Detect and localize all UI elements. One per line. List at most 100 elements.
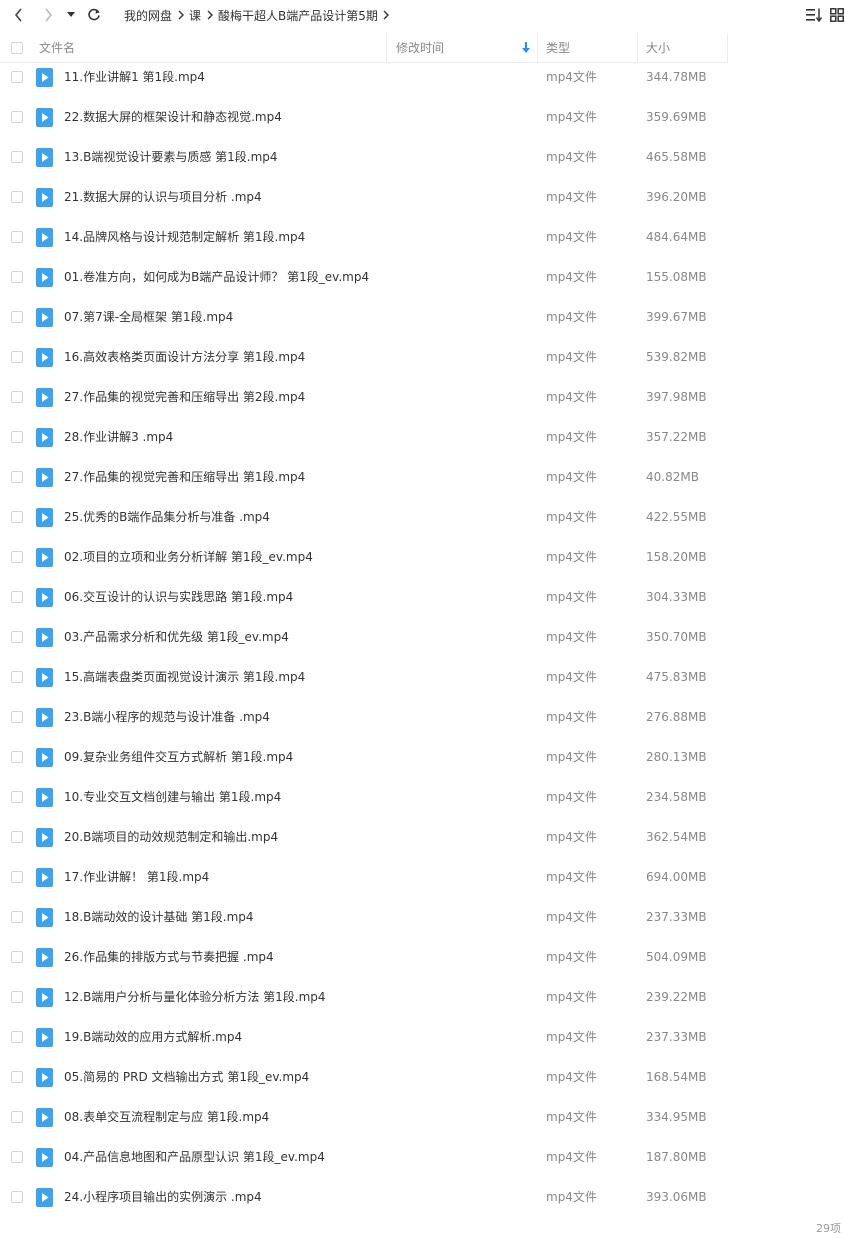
file-checkbox[interactable] [11,1031,23,1043]
file-checkbox[interactable] [11,1071,23,1083]
file-row[interactable]: 21.数据大屏的认识与项目分析 .mp4 mp4文件 396.20MB [0,177,845,217]
file-row[interactable]: 09.复杂业务组件交互方式解析 第1段.mp4 mp4文件 280.13MB [0,737,845,777]
file-row[interactable]: 08.表单交互流程制定与应 第1段.mp4 mp4文件 334.95MB [0,1097,845,1137]
file-checkbox[interactable] [11,591,23,603]
file-checkbox[interactable] [11,431,23,443]
file-checkbox[interactable] [11,831,23,843]
file-checkbox[interactable] [11,191,23,203]
file-row[interactable]: 18.B端动效的设计基础 第1段.mp4 mp4文件 237.33MB [0,897,845,937]
file-row[interactable]: 05.简易的 PRD 文档输出方式 第1段_ev.mp4 mp4文件 168.54M… [0,1057,845,1097]
select-all-checkbox[interactable] [11,41,23,54]
file-name[interactable]: 15.高端表盘类页面视觉设计演示 第1段.mp4 [64,657,305,697]
view-mode-button[interactable] [830,4,845,26]
file-row[interactable]: 04.产品信息地图和产品原型认识 第1段_ev.mp4 mp4文件 187.80MB [0,1137,845,1177]
file-name[interactable]: 10.专业交互文档创建与输出 第1段.mp4 [64,777,281,817]
file-name[interactable]: 22.数据大屏的框架设计和静态视觉.mp4 [64,97,282,137]
file-name[interactable]: 07.第7课-全局框架 第1段.mp4 [64,297,233,337]
refresh-button[interactable] [83,4,105,26]
file-name[interactable]: 17.作业讲解！ 第1段.mp4 [64,857,209,897]
file-row[interactable]: 02.项目的立项和业务分析详解 第1段_ev.mp4 mp4文件 158.20MB [0,537,845,577]
file-row[interactable]: 27.作品集的视觉完善和压缩导出 第2段.mp4 mp4文件 397.98MB [0,377,845,417]
file-checkbox[interactable] [11,951,23,963]
file-name[interactable]: 04.产品信息地图和产品原型认识 第1段_ev.mp4 [64,1137,325,1177]
file-checkbox[interactable] [11,871,23,883]
file-name[interactable]: 13.B端视觉设计要素与质感 第1段.mp4 [64,137,278,177]
file-size: 234.58MB [646,790,707,804]
file-checkbox[interactable] [11,911,23,923]
file-name[interactable]: 26.作品集的排版方式与节奏把握 .mp4 [64,937,274,977]
file-name[interactable]: 16.高效表格类页面设计方法分享 第1段.mp4 [64,337,305,377]
video-file-icon [36,348,53,367]
breadcrumb-item-current[interactable]: 酸梅干超人B端产品设计第5期 [218,7,378,24]
file-checkbox[interactable] [11,351,23,363]
file-name[interactable]: 03.产品需求分析和优先级 第1段_ev.mp4 [64,617,289,657]
file-name[interactable]: 23.B端小程序的规范与设计准备 .mp4 [64,697,270,737]
file-row[interactable]: 23.B端小程序的规范与设计准备 .mp4 mp4文件 276.88MB [0,697,845,737]
file-name[interactable]: 08.表单交互流程制定与应 第1段.mp4 [64,1097,269,1137]
file-row[interactable]: 17.作业讲解！ 第1段.mp4 mp4文件 694.00MB [0,857,845,897]
file-row[interactable]: 10.专业交互文档创建与输出 第1段.mp4 mp4文件 234.58MB [0,777,845,817]
file-row[interactable]: 11.作业讲解1 第1段.mp4 mp4文件 344.78MB [0,57,845,97]
file-checkbox[interactable] [11,1151,23,1163]
sort-button[interactable] [803,4,825,26]
file-name[interactable]: 19.B端动效的应用方式解析.mp4 [64,1017,242,1057]
file-checkbox[interactable] [11,751,23,763]
file-checkbox[interactable] [11,631,23,643]
file-row[interactable]: 25.优秀的B端作品集分析与准备 .mp4 mp4文件 422.55MB [0,497,845,537]
file-row[interactable]: 13.B端视觉设计要素与质感 第1段.mp4 mp4文件 465.58MB [0,137,845,177]
file-name[interactable]: 21.数据大屏的认识与项目分析 .mp4 [64,177,262,217]
file-name[interactable]: 24.小程序项目输出的实例演示 .mp4 [64,1177,262,1217]
file-checkbox[interactable] [11,71,23,83]
file-checkbox[interactable] [11,311,23,323]
file-name[interactable]: 05.简易的 PRD 文档输出方式 第1段_ev.mp4 [64,1057,309,1097]
file-name[interactable]: 09.复杂业务组件交互方式解析 第1段.mp4 [64,737,293,777]
breadcrumb-expand-button[interactable] [378,10,395,20]
file-checkbox[interactable] [11,391,23,403]
file-name[interactable]: 18.B端动效的设计基础 第1段.mp4 [64,897,254,937]
file-row[interactable]: 27.作品集的视觉完善和压缩导出 第1段.mp4 mp4文件 40.82MB [0,457,845,497]
file-name[interactable]: 25.优秀的B端作品集分析与准备 .mp4 [64,497,270,537]
file-checkbox[interactable] [11,1111,23,1123]
file-row[interactable]: 26.作品集的排版方式与节奏把握 .mp4 mp4文件 504.09MB [0,937,845,977]
file-name[interactable]: 20.B端项目的动效规范制定和输出.mp4 [64,817,278,857]
file-checkbox[interactable] [11,791,23,803]
breadcrumb-item-course[interactable]: 课 [189,7,201,24]
history-dropdown-button[interactable] [62,4,80,26]
file-row[interactable]: 07.第7课-全局框架 第1段.mp4 mp4文件 399.67MB [0,297,845,337]
file-checkbox[interactable] [11,711,23,723]
file-name[interactable]: 12.B端用户分析与量化体验分析方法 第1段.mp4 [64,977,326,1017]
file-checkbox[interactable] [11,1191,23,1203]
breadcrumb-item-root[interactable]: 我的网盘 [124,7,172,24]
file-checkbox[interactable] [11,991,23,1003]
file-name[interactable]: 02.项目的立项和业务分析详解 第1段_ev.mp4 [64,537,313,577]
file-row[interactable]: 01.卷准方向，如何成为B端产品设计师？ 第1段_ev.mp4 mp4文件 155.… [0,257,845,297]
file-name[interactable]: 06.交互设计的认识与实践思路 第1段.mp4 [64,577,293,617]
file-row[interactable]: 12.B端用户分析与量化体验分析方法 第1段.mp4 mp4文件 239.22MB [0,977,845,1017]
file-name[interactable]: 27.作品集的视觉完善和压缩导出 第2段.mp4 [64,377,305,417]
file-row[interactable]: 15.高端表盘类页面视觉设计演示 第1段.mp4 mp4文件 475.83MB [0,657,845,697]
file-row[interactable]: 22.数据大屏的框架设计和静态视觉.mp4 mp4文件 359.69MB [0,97,845,137]
file-checkbox[interactable] [11,111,23,123]
file-row[interactable]: 06.交互设计的认识与实践思路 第1段.mp4 mp4文件 304.33MB [0,577,845,617]
file-row[interactable]: 28.作业讲解3 .mp4 mp4文件 357.22MB [0,417,845,457]
file-name[interactable]: 28.作业讲解3 .mp4 [64,417,173,457]
file-row[interactable]: 24.小程序项目输出的实例演示 .mp4 mp4文件 393.06MB [0,1177,845,1217]
file-checkbox[interactable] [11,671,23,683]
file-checkbox[interactable] [11,231,23,243]
forward-button[interactable] [37,4,59,26]
file-checkbox[interactable] [11,551,23,563]
file-row[interactable]: 14.品牌风格与设计规范制定解析 第1段.mp4 mp4文件 484.64MB [0,217,845,257]
file-name[interactable]: 14.品牌风格与设计规范制定解析 第1段.mp4 [64,217,305,257]
file-name[interactable]: 01.卷准方向，如何成为B端产品设计师？ 第1段_ev.mp4 [64,257,369,297]
file-row[interactable]: 19.B端动效的应用方式解析.mp4 mp4文件 237.33MB [0,1017,845,1057]
file-checkbox[interactable] [11,271,23,283]
file-checkbox[interactable] [11,151,23,163]
file-name[interactable]: 11.作业讲解1 第1段.mp4 [64,57,205,97]
file-checkbox[interactable] [11,511,23,523]
file-checkbox[interactable] [11,471,23,483]
file-row[interactable]: 03.产品需求分析和优先级 第1段_ev.mp4 mp4文件 350.70MB [0,617,845,657]
file-row[interactable]: 16.高效表格类页面设计方法分享 第1段.mp4 mp4文件 539.82MB [0,337,845,377]
file-name[interactable]: 27.作品集的视觉完善和压缩导出 第1段.mp4 [64,457,305,497]
back-button[interactable] [8,4,30,26]
file-row[interactable]: 20.B端项目的动效规范制定和输出.mp4 mp4文件 362.54MB [0,817,845,857]
